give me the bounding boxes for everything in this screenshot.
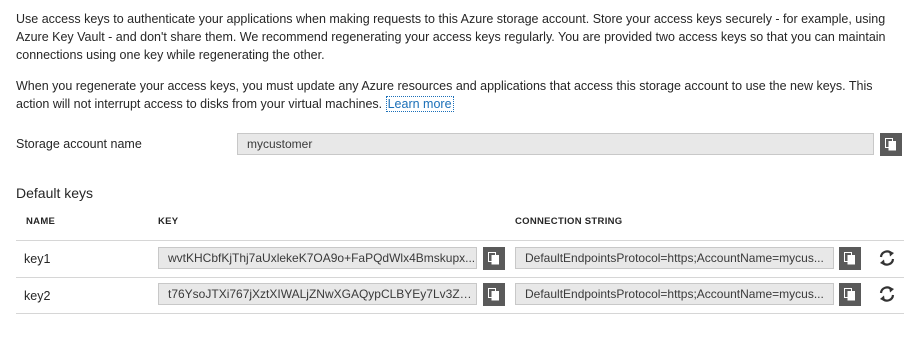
copy-icon bbox=[885, 138, 897, 151]
copy-icon bbox=[488, 288, 500, 301]
key1-name: key1 bbox=[24, 252, 51, 266]
refresh-icon bbox=[878, 249, 896, 270]
refresh-icon bbox=[878, 285, 896, 306]
divider bbox=[16, 277, 904, 278]
intro-paragraph-1: Use access keys to authenticate your app… bbox=[16, 10, 906, 64]
regenerate-key1-button[interactable] bbox=[878, 249, 896, 270]
copy-key2-connection-string-button[interactable] bbox=[839, 283, 861, 306]
regenerate-key2-button[interactable] bbox=[878, 285, 896, 306]
intro-text-1: Use access keys to authenticate your app… bbox=[16, 12, 886, 62]
divider bbox=[16, 313, 904, 314]
storage-account-label: Storage account name bbox=[16, 137, 142, 151]
divider bbox=[16, 240, 904, 241]
key2-name: key2 bbox=[24, 289, 51, 303]
column-header-name: NAME bbox=[26, 216, 56, 227]
copy-key1-button[interactable] bbox=[483, 247, 505, 270]
copy-key2-button[interactable] bbox=[483, 283, 505, 306]
column-header-key: KEY bbox=[158, 216, 179, 227]
key2-key-field[interactable]: t76YsoJTXi767jXztXIWALjZNwXGAQypCLBYEy7L… bbox=[158, 283, 477, 305]
column-header-connection-string: CONNECTION STRING bbox=[515, 216, 623, 227]
intro-paragraph-2: When you regenerate your access keys, yo… bbox=[16, 77, 906, 113]
copy-icon bbox=[488, 252, 500, 265]
key1-connection-string-field[interactable]: DefaultEndpointsProtocol=https;AccountNa… bbox=[515, 247, 834, 269]
copy-storage-account-button[interactable] bbox=[880, 133, 902, 156]
default-keys-title: Default keys bbox=[16, 185, 94, 201]
copy-key1-connection-string-button[interactable] bbox=[839, 247, 861, 270]
key2-connection-string-field[interactable]: DefaultEndpointsProtocol=https;AccountNa… bbox=[515, 283, 834, 305]
copy-icon bbox=[844, 288, 856, 301]
storage-account-field[interactable]: mycustomer bbox=[237, 133, 874, 155]
learn-more-link[interactable]: Learn more bbox=[385, 96, 454, 112]
copy-icon bbox=[844, 252, 856, 265]
key1-key-field[interactable]: wvtKHCbfKjThj7aUxlekeK7OA9o+FaPQdWlx4Bms… bbox=[158, 247, 477, 269]
